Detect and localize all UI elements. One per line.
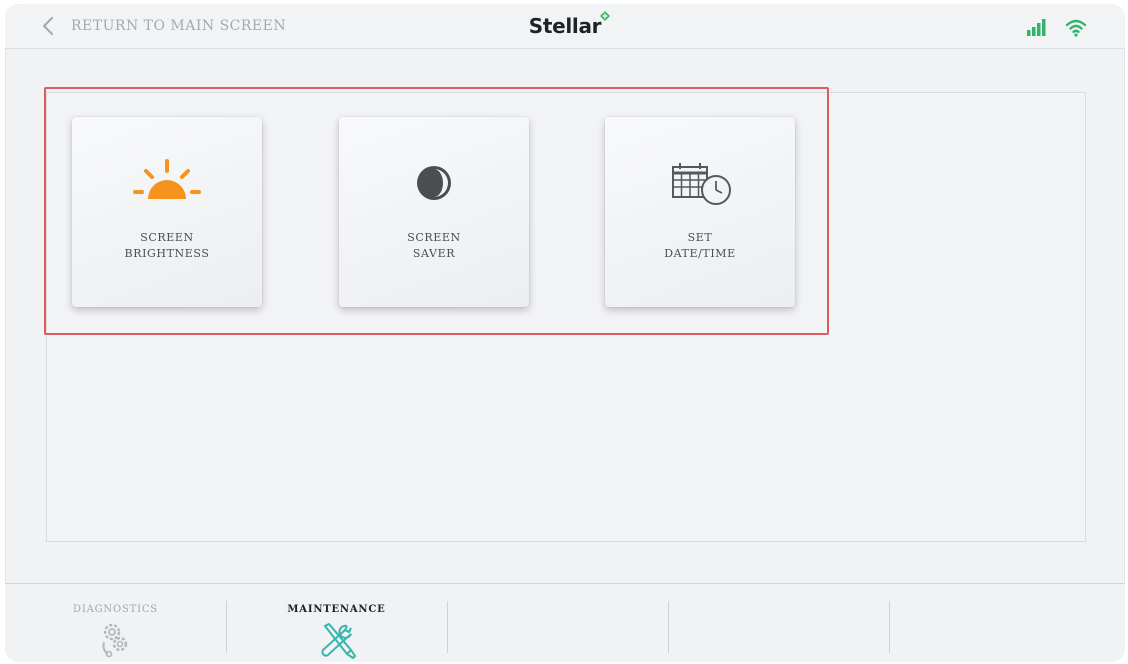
wifi-icon (1065, 19, 1087, 37)
bottom-tab-bar: DIAGNOSTICS MAINTENANCE (5, 583, 1125, 662)
brand-diamond-icon (600, 11, 611, 21)
tile-label: SCREEN SAVER (407, 231, 461, 260)
cellular-signal-icon (1027, 19, 1046, 36)
device-screen: RETURN TO MAIN SCREEN Stellar SCREEN BRI… (5, 4, 1125, 662)
tile-label: SCREEN BRIGHTNESS (124, 231, 210, 260)
screen-brightness-tile[interactable]: SCREEN BRIGHTNESS (72, 117, 262, 307)
screen-saver-tile[interactable]: SCREEN SAVER (339, 117, 529, 307)
tab-diagnostics[interactable]: DIAGNOSTICS (5, 584, 226, 662)
calendar-clock-icon (672, 163, 731, 205)
diagnostics-gears-icon (102, 623, 127, 658)
tab-maintenance[interactable]: MAINTENANCE (226, 584, 447, 662)
tab-label: DIAGNOSTICS (73, 604, 158, 615)
top-bar: RETURN TO MAIN SCREEN Stellar (5, 4, 1125, 49)
set-date-time-tile[interactable]: SET DATE/TIME (605, 117, 795, 307)
status-indicators (1025, 17, 1087, 37)
brand-logo: Stellar (5, 11, 1125, 38)
tile-label: SET DATE/TIME (664, 231, 736, 260)
contrast-moon-icon (417, 166, 451, 200)
tab-empty-3 (447, 584, 668, 662)
wrench-screwdriver-icon (320, 622, 356, 660)
tab-empty-5 (889, 584, 1110, 662)
tab-empty-4 (668, 584, 889, 662)
sun-icon (133, 159, 201, 199)
tab-label: MAINTENANCE (287, 604, 386, 615)
brand-name: Stellar (528, 14, 602, 38)
